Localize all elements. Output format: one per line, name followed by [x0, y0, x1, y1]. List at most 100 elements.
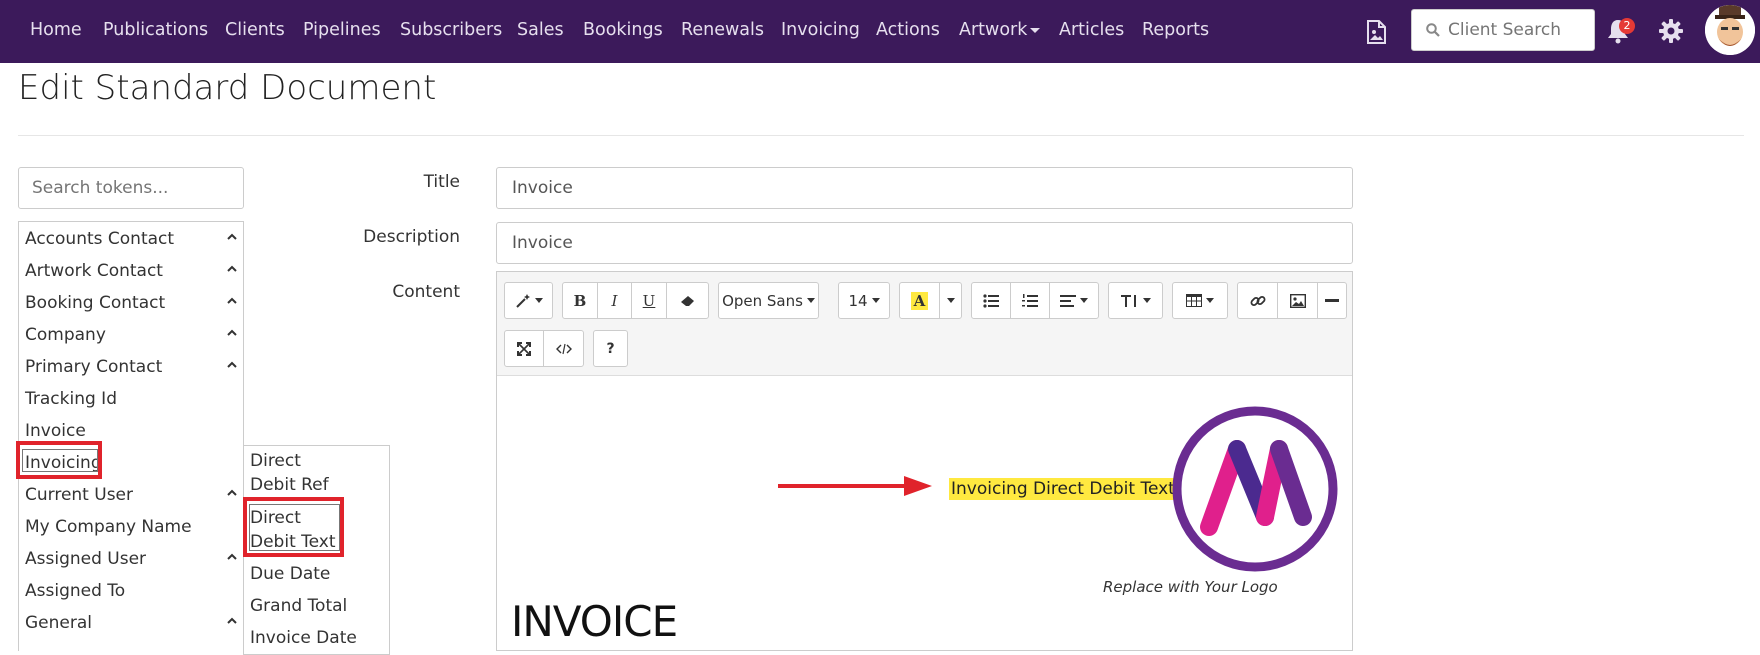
editor-toolbar: B I U Open Sans 14 A ? — [497, 272, 1352, 376]
insert-table-dropdown[interactable] — [1172, 282, 1228, 319]
chevron-up-icon[interactable] — [227, 617, 237, 625]
eraser-icon — [680, 295, 694, 306]
token-assigned-to[interactable]: Assigned To — [25, 581, 125, 601]
nav-pipelines[interactable]: Pipelines — [303, 20, 381, 40]
font-size-dropdown[interactable]: 14 — [838, 282, 890, 319]
code-view-button[interactable] — [543, 330, 584, 367]
text-color-button[interactable]: A — [899, 282, 940, 319]
font-size-value: 14 — [848, 291, 868, 310]
nav-artwork-dropdown[interactable]: Artwork — [959, 20, 1041, 40]
text-color-dropdown[interactable] — [939, 282, 962, 319]
code-icon — [555, 343, 572, 354]
italic-button[interactable]: I — [597, 282, 632, 319]
bullet-list-icon — [983, 293, 999, 308]
picture-icon — [1289, 293, 1306, 308]
chevron-up-icon[interactable] — [227, 265, 237, 273]
token-company[interactable]: Company — [25, 325, 106, 345]
submenu-grand-total[interactable]: Grand Total — [250, 594, 350, 618]
chevron-down-icon — [1030, 27, 1041, 33]
token-assigned-user[interactable]: Assigned User — [25, 549, 146, 569]
nav-sales[interactable]: Sales — [517, 20, 564, 40]
token-primary-contact[interactable]: Primary Contact — [25, 357, 162, 377]
insert-link-button[interactable] — [1237, 282, 1278, 319]
style-dropdown[interactable] — [504, 282, 553, 319]
logo-caption: Replace with Your Logo — [1103, 578, 1278, 596]
nav-subscribers[interactable]: Subscribers — [400, 20, 502, 40]
search-icon — [1426, 23, 1440, 37]
nav-reports[interactable]: Reports — [1142, 20, 1209, 40]
insert-image-button[interactable] — [1277, 282, 1318, 319]
font-family-value: Open Sans — [722, 291, 803, 310]
client-search-box[interactable] — [1411, 9, 1595, 51]
description-field[interactable] — [496, 222, 1353, 264]
company-logo-icon — [1172, 406, 1338, 572]
top-navbar: Home Publications Clients Pipelines Subs… — [0, 0, 1760, 63]
help-button[interactable]: ? — [593, 330, 628, 367]
gear-icon[interactable] — [1659, 19, 1683, 43]
submenu-direct-debit-ref[interactable]: Direct Debit Ref — [250, 449, 350, 497]
title-field[interactable] — [496, 167, 1353, 209]
nav-actions[interactable]: Actions — [876, 20, 940, 40]
nav-artwork-label: Artwork — [959, 20, 1028, 40]
nav-renewals[interactable]: Renewals — [681, 20, 764, 40]
chevron-up-icon[interactable] — [227, 553, 237, 561]
chevron-up-icon[interactable] — [227, 361, 237, 369]
document-image-icon[interactable] — [1365, 20, 1387, 44]
token-booking-contact[interactable]: Booking Contact — [25, 293, 165, 313]
editor-content-area[interactable]: Invoicing Direct Debit Text Replace with… — [497, 377, 1352, 652]
chevron-down-icon — [1206, 298, 1214, 303]
text-height-icon — [1120, 294, 1136, 307]
token-my-company-name[interactable]: My Company Name — [25, 517, 192, 537]
font-family-dropdown[interactable]: Open Sans — [718, 282, 819, 319]
italic-icon: I — [611, 291, 618, 310]
direct-debit-token: Invoicing Direct Debit Text — [949, 478, 1177, 500]
invoice-heading: INVOICE — [511, 597, 678, 646]
horizontal-rule-button[interactable] — [1317, 282, 1347, 319]
token-invoice[interactable]: Invoice — [25, 421, 86, 441]
bold-button[interactable]: B — [562, 282, 598, 319]
ordered-list-button[interactable] — [1010, 282, 1050, 319]
focus-outline-invoicing — [22, 449, 98, 472]
content-label: Content — [392, 282, 460, 302]
underline-icon: U — [642, 291, 656, 310]
token-general[interactable]: General — [25, 613, 92, 633]
token-tracking-id[interactable]: Tracking Id — [25, 389, 117, 409]
token-search-input[interactable] — [18, 167, 244, 209]
nav-bookings[interactable]: Bookings — [583, 20, 663, 40]
chevron-down-icon — [871, 298, 880, 303]
link-icon — [1250, 295, 1265, 306]
line-height-dropdown[interactable] — [1108, 282, 1163, 319]
underline-button[interactable]: U — [631, 282, 667, 319]
nav-home[interactable]: Home — [30, 20, 82, 40]
minus-icon — [1325, 298, 1339, 302]
chevron-up-icon[interactable] — [227, 297, 237, 305]
title-label: Title — [423, 172, 460, 192]
annotation-arrow-icon — [778, 476, 932, 496]
expand-icon — [517, 341, 531, 356]
chevron-up-icon[interactable] — [227, 329, 237, 337]
chevron-up-icon[interactable] — [227, 233, 237, 241]
user-avatar[interactable] — [1705, 5, 1755, 55]
paragraph-align-dropdown[interactable] — [1049, 282, 1099, 319]
chevron-up-icon[interactable] — [227, 489, 237, 497]
clear-format-button[interactable] — [666, 282, 709, 319]
align-left-icon — [1060, 294, 1076, 307]
nav-clients[interactable]: Clients — [225, 20, 285, 40]
fullscreen-button[interactable] — [504, 330, 544, 367]
chevron-down-icon — [946, 298, 955, 303]
token-current-user[interactable]: Current User — [25, 485, 133, 505]
highlight-color-icon: A — [910, 291, 929, 310]
client-search-input[interactable] — [1446, 18, 1591, 42]
submenu-invoice-date[interactable]: Invoice Date — [250, 626, 357, 650]
token-accounts-contact[interactable]: Accounts Contact — [25, 229, 174, 249]
unordered-list-button[interactable] — [971, 282, 1011, 319]
chevron-down-icon — [806, 298, 815, 303]
nav-articles[interactable]: Articles — [1059, 20, 1124, 40]
focus-outline-direct-debit-text — [249, 504, 340, 551]
submenu-due-date[interactable]: Due Date — [250, 562, 350, 586]
bold-icon: B — [573, 291, 587, 310]
nav-publications[interactable]: Publications — [103, 20, 208, 40]
rich-text-editor[interactable]: B I U Open Sans 14 A ? Invoicing Direct … — [496, 271, 1353, 651]
nav-invoicing[interactable]: Invoicing — [781, 20, 860, 40]
token-artwork-contact[interactable]: Artwork Contact — [25, 261, 163, 281]
